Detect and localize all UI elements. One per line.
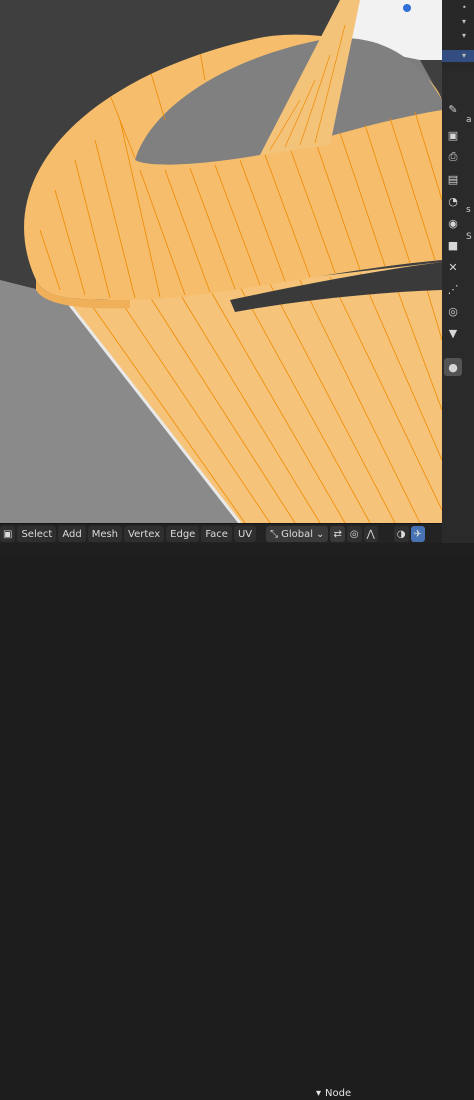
menu-edge[interactable]: Edge bbox=[166, 526, 200, 542]
world-icon[interactable]: ◉ bbox=[444, 214, 462, 232]
transform-orientation-dropdown[interactable]: ⤡ Global ⌄ bbox=[266, 526, 329, 542]
render-icon[interactable]: ▣ bbox=[444, 126, 462, 144]
light-gizmo bbox=[403, 4, 411, 12]
viewport-header: ▣ Select Add Mesh Vertex Edge Face UV ⤡ … bbox=[0, 523, 442, 544]
overlay-icon: ◑ bbox=[396, 528, 406, 540]
material-icon[interactable]: ● bbox=[444, 358, 462, 376]
menu-select[interactable]: Select bbox=[17, 526, 57, 542]
3d-viewport[interactable] bbox=[0, 0, 442, 523]
chevron-down-icon: ▾ bbox=[316, 1088, 322, 1099]
constraints-icon[interactable]: ▼ bbox=[444, 324, 462, 342]
proportional-falloff-button[interactable]: ⋀ bbox=[363, 526, 378, 542]
outliner-row[interactable]: • bbox=[442, 2, 474, 14]
snap-icon: ⇄ bbox=[333, 528, 342, 540]
menu-uv[interactable]: UV bbox=[233, 526, 257, 542]
vertex-select-icon: ▣ bbox=[3, 528, 13, 540]
proportional-icon: ◎ bbox=[349, 528, 359, 540]
falloff-icon: ⋀ bbox=[366, 528, 375, 540]
proportional-button[interactable]: ◎ bbox=[346, 526, 362, 542]
scene-icon[interactable]: ◔ bbox=[444, 192, 462, 210]
menu-add[interactable]: Add bbox=[58, 526, 86, 542]
node-panel-header[interactable]: ▾ Node bbox=[316, 1087, 351, 1100]
menu-mesh[interactable]: Mesh bbox=[87, 526, 123, 542]
xray-icon: ✈ bbox=[413, 528, 422, 540]
orientation-label: Global bbox=[281, 528, 314, 540]
panel-letter: s bbox=[466, 205, 471, 215]
particles-icon[interactable]: ⋰ bbox=[444, 280, 462, 298]
menu-vertex[interactable]: Vertex bbox=[124, 526, 165, 542]
node-panel-title: Node bbox=[325, 1088, 352, 1099]
output-icon[interactable]: ⎙ bbox=[444, 148, 462, 166]
orientation-icon: ⤡ bbox=[270, 528, 279, 540]
xray-button[interactable]: ✈ bbox=[410, 526, 425, 542]
mesh-scene[interactable] bbox=[0, 0, 442, 523]
mode-dropdown[interactable]: ▣ bbox=[0, 526, 16, 542]
object-icon[interactable]: ■ bbox=[444, 236, 462, 254]
menu-face[interactable]: Face bbox=[201, 526, 232, 542]
overlay-button[interactable]: ◑ bbox=[393, 526, 409, 542]
modifier-icon[interactable]: ✕ bbox=[444, 258, 462, 276]
physics-icon[interactable]: ◎ bbox=[444, 302, 462, 320]
tool-icon[interactable]: ✎ bbox=[444, 100, 462, 118]
outliner-row[interactable]: ▾ bbox=[442, 16, 474, 28]
view-layer-icon[interactable]: ▤ bbox=[444, 170, 462, 188]
outliner-row-selected[interactable]: ▾ bbox=[442, 50, 474, 62]
outliner-row[interactable]: ▾ bbox=[442, 30, 474, 42]
outliner: • ▾ ▾ ▾ bbox=[442, 0, 474, 70]
properties-editor: • ▾ ▾ ▾ ✎ ▣ ⎙ ▤ ◔ ◉ ■ ✕ ⋰ ◎ ▼ ● a s S bbox=[442, 0, 474, 557]
panel-letter: a bbox=[466, 115, 472, 125]
snap-button[interactable]: ⇄ bbox=[330, 526, 345, 542]
panel-letter: S bbox=[466, 232, 472, 242]
status-strip: ▾ Node bbox=[0, 543, 474, 1099]
chevron-down-icon: ⌄ bbox=[316, 528, 325, 540]
